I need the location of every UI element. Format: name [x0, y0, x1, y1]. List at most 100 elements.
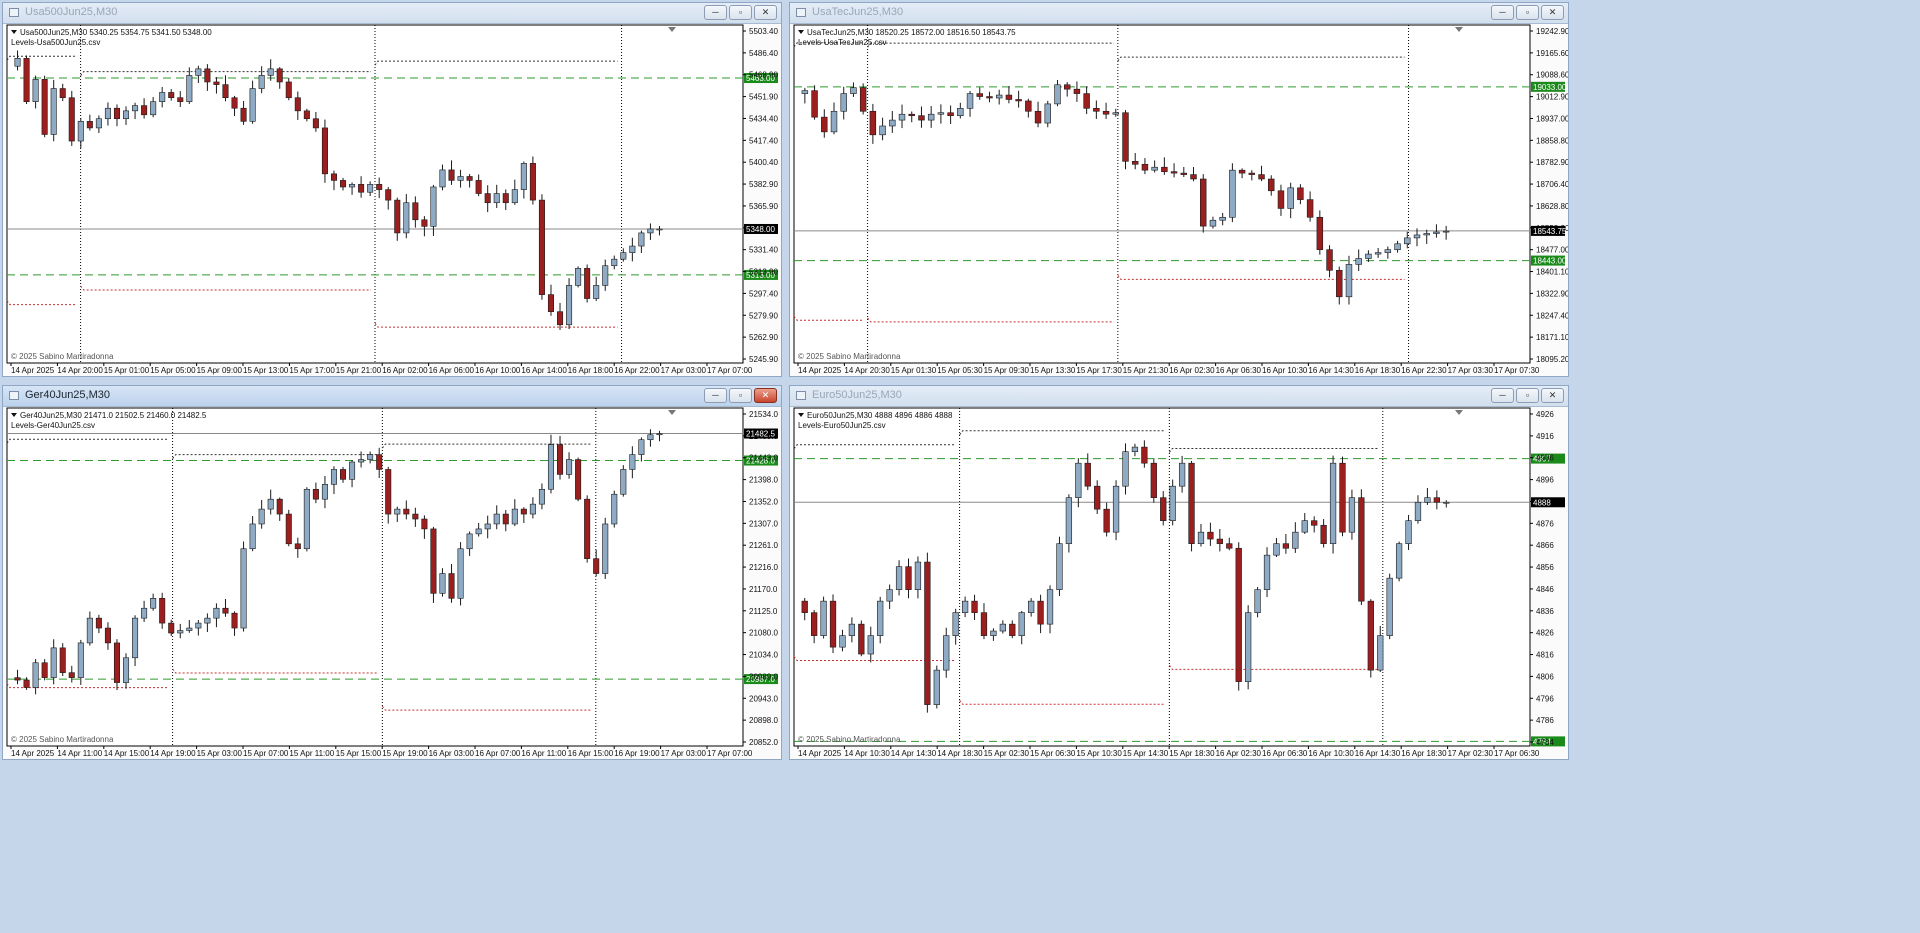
chart-window-usa500[interactable]: Usa500Jun25,M30 ─ ▫ ✕ 5463.00 5313.00 5503…: [2, 2, 782, 377]
candle-body: [1405, 520, 1412, 544]
candle-body: [520, 508, 527, 515]
candle-body: [1336, 269, 1343, 298]
candle-body: [529, 163, 536, 201]
indicator-name: Levels-UsaTecJun25.csv: [798, 38, 886, 47]
window-titlebar[interactable]: Usa500Jun25,M30 ─ ▫ ✕: [3, 3, 781, 24]
candle-body: [285, 81, 292, 99]
candle-body: [1028, 600, 1035, 613]
y-tick-label: 18401.10: [1536, 268, 1568, 277]
x-tick-label: 14 Apr 2025: [11, 749, 55, 758]
candle-body: [340, 469, 347, 480]
close-button[interactable]: ✕: [1541, 388, 1564, 403]
candle-body: [1112, 112, 1119, 115]
candle-body: [412, 202, 419, 221]
y-tick-label: 18706.40: [1536, 180, 1568, 189]
candle-body: [403, 202, 410, 234]
price-chart[interactable]: 19033.00 18443.00 19242.90 19165.60 19088.60…: [790, 23, 1568, 376]
candle-body: [1442, 230, 1450, 233]
x-tick-label: 17 Apr 07:30: [1494, 366, 1540, 375]
candle-body: [1141, 163, 1149, 171]
x-tick-label: 16 Apr 14:00: [521, 366, 567, 375]
minimize-button[interactable]: ─: [704, 388, 727, 403]
close-button[interactable]: ✕: [754, 388, 777, 403]
y-tick-label: 5262.90: [749, 333, 778, 342]
candle-body: [879, 125, 886, 136]
x-tick-label: 15 Apr 14:30: [1123, 749, 1169, 758]
y-tick-label: 5503.40: [749, 27, 778, 36]
x-tick-label: 15 Apr 19:00: [382, 749, 428, 758]
x-tick-label: 14 Apr 2025: [11, 366, 55, 375]
candle-body: [1443, 501, 1450, 504]
minimize-button[interactable]: ─: [704, 5, 727, 20]
window-titlebar[interactable]: UsaTecJun25,M30 ─ ▫ ✕: [790, 3, 1568, 24]
candle-body: [312, 488, 319, 500]
x-tick-label: 15 Apr 13:30: [1030, 366, 1076, 375]
candle-body: [123, 110, 130, 120]
candle-body: [918, 115, 925, 121]
candle-body: [1102, 110, 1110, 115]
chart-window-ger40[interactable]: Ger40Jun25,M30 ─ ▫ ✕ 21428.0 20987.0 21534…: [2, 385, 782, 760]
candle-body: [330, 469, 337, 485]
candle-body: [1348, 497, 1356, 533]
y-tick-label: 4856: [1536, 563, 1554, 572]
candle-body: [1015, 99, 1022, 102]
y-tick-label: 18247.40: [1536, 311, 1568, 320]
candle-body: [376, 184, 383, 190]
window-titlebar[interactable]: Euro50Jun25,M30 ─ ▫ ✕: [790, 386, 1568, 407]
x-tick-label: 15 Apr 09:00: [197, 366, 243, 375]
candle-body: [475, 528, 482, 535]
candle-body: [867, 635, 874, 655]
chart-window-euro50[interactable]: Euro50Jun25,M30 ─ ▫ ✕ 4907 4784 4926 4916 49…: [789, 385, 1569, 760]
candle-body: [240, 548, 247, 629]
x-tick-label: 14 Apr 19:00: [150, 749, 196, 758]
candle-body: [914, 561, 922, 590]
x-tick-label: 17 Apr 07:00: [707, 366, 753, 375]
restore-button[interactable]: ▫: [1516, 5, 1539, 20]
candle-body: [150, 598, 157, 609]
candle-body: [850, 87, 857, 94]
price-chart[interactable]: 4907478449264916490648964886487648664856…: [790, 406, 1568, 759]
candle-body: [213, 607, 220, 619]
candle-body: [656, 433, 663, 436]
candle-body: [1073, 88, 1081, 94]
restore-button[interactable]: ▫: [1516, 388, 1539, 403]
y-tick-label: 4806: [1536, 672, 1554, 681]
candle-body: [1034, 110, 1042, 124]
candle-body: [177, 630, 184, 634]
candle-body: [1065, 497, 1073, 544]
candle-body: [1433, 231, 1440, 234]
restore-button[interactable]: ▫: [729, 388, 752, 403]
x-tick-label: 14 Apr 18:30: [937, 749, 983, 758]
x-tick-label: 16 Apr 10:30: [1262, 366, 1308, 375]
y-tick-label: 4786: [1536, 716, 1554, 725]
y-tick-label: 5297.40: [749, 289, 778, 298]
price-chart[interactable]: 5463.005313.005503.405486.405468.905451.…: [3, 23, 781, 376]
y-tick-label: 18628.80: [1536, 202, 1568, 211]
candle-body: [1433, 497, 1440, 503]
candle-body: [943, 635, 950, 671]
candle-body: [276, 498, 283, 515]
minimize-button[interactable]: ─: [1491, 5, 1514, 20]
candle-body: [1384, 249, 1392, 253]
y-tick-label: 18322.90: [1536, 289, 1568, 298]
y-tick-label: 4896: [1536, 476, 1554, 485]
candle-body: [430, 186, 437, 227]
candle-body: [1263, 554, 1271, 590]
window-icon: [796, 8, 806, 17]
candle-body: [1054, 84, 1061, 105]
close-button[interactable]: ✕: [754, 5, 777, 20]
y-tick-label: 5382.90: [749, 180, 778, 189]
x-tick-label: 16 Apr 02:30: [1216, 749, 1262, 758]
candle-body: [1141, 446, 1148, 464]
candle-body: [602, 265, 609, 286]
window-titlebar[interactable]: Ger40Jun25,M30 ─ ▫ ✕: [3, 386, 781, 407]
close-button[interactable]: ✕: [1541, 5, 1564, 20]
chart-window-usatec[interactable]: UsaTecJun25,M30 ─ ▫ ✕ 19033.00 18443.00 19…: [789, 2, 1569, 377]
minimize-button[interactable]: ─: [1491, 388, 1514, 403]
restore-button[interactable]: ▫: [729, 5, 752, 20]
candle-body: [303, 488, 310, 550]
candle-body: [430, 528, 437, 594]
candle-body: [86, 121, 93, 129]
price-chart[interactable]: 21428.020987.021534.021488.021443.021398…: [3, 406, 781, 759]
candle-body: [466, 533, 473, 550]
